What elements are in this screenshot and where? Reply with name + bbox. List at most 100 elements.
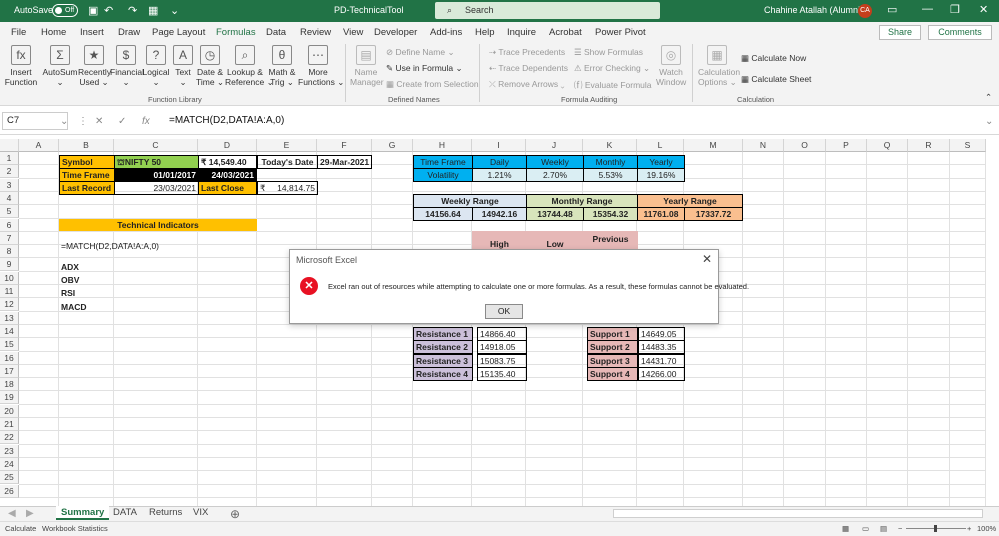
row-header[interactable]: 15 <box>0 338 19 352</box>
restore-icon[interactable]: ❐ <box>950 3 960 16</box>
tab-inquire[interactable]: Inquire <box>507 27 536 38</box>
error-checking-button[interactable]: ⚠ Error Checking ⌄ <box>574 63 650 74</box>
close-icon[interactable]: ✕ <box>979 3 988 16</box>
cell-wr-high[interactable]: 14942.16 <box>472 207 527 221</box>
row-header[interactable]: 26 <box>0 484 19 498</box>
zoom-slider-thumb[interactable] <box>934 525 937 532</box>
cell-daily[interactable]: Daily <box>472 155 527 169</box>
row-header[interactable]: 12 <box>0 298 19 312</box>
text-button[interactable]: A Text ⌄ <box>172 45 194 87</box>
cell-timeframe-label[interactable]: Time Frame <box>59 168 115 182</box>
define-name-button[interactable]: ⊘ Define Name ⌄ <box>386 47 455 58</box>
column-header[interactable]: E <box>257 139 317 152</box>
show-formulas-button[interactable]: ☰ Show Formulas <box>574 47 643 58</box>
cell-yr-low[interactable]: 11761.08 <box>637 207 685 221</box>
cell-match-formula-text[interactable]: =MATCH(D2,DATA!A:A,0) <box>59 240 219 252</box>
cell-previous[interactable]: Previous <box>583 231 638 250</box>
expand-formula-bar-icon[interactable]: ⌄ <box>985 116 993 127</box>
cell-obv[interactable]: OBV <box>59 274 81 286</box>
calculation-options-button[interactable]: ▦ Calculation Options ⌄ <box>698 45 740 87</box>
cell-symbol-label[interactable]: Symbol <box>59 155 115 169</box>
ribbon-display-icon[interactable]: ▭ <box>887 3 897 16</box>
cell-resistance-2-value[interactable]: 14918.05 <box>477 340 527 354</box>
search-box[interactable]: ⌕ Search <box>435 2 660 19</box>
minimize-icon[interactable]: — <box>922 3 933 15</box>
lookup-reference-button[interactable]: ⌕ Lookup & Reference ⌄ <box>225 45 274 87</box>
cell-support-3-value[interactable]: 14431.70 <box>638 354 685 368</box>
cancel-icon[interactable]: ✕ <box>95 116 103 127</box>
cell-price[interactable]: ₹ 14,549.40 <box>198 155 257 169</box>
column-header[interactable]: M <box>684 139 743 152</box>
cell-high[interactable]: High <box>472 231 527 250</box>
cell-yearly-range[interactable]: Yearly Range <box>637 194 743 208</box>
name-box[interactable]: C7 <box>2 112 68 130</box>
row-header[interactable]: 10 <box>0 271 19 285</box>
sheet-tab-summary[interactable]: Summary <box>56 506 110 520</box>
sheet-tab-vix[interactable]: VIX <box>188 506 213 520</box>
column-header[interactable]: K <box>583 139 637 152</box>
row-header[interactable]: 16 <box>0 351 19 365</box>
cell-vol-monthly[interactable]: 5.53% <box>583 168 638 182</box>
cell-last-close-value[interactable]: ₹14,814.75 <box>257 181 318 195</box>
column-header[interactable]: L <box>637 139 684 152</box>
cell-mr-low[interactable]: 13744.48 <box>526 207 584 221</box>
cell-support-2-label[interactable]: Support 2 <box>587 340 638 354</box>
tab-page-layout[interactable]: Page Layout <box>152 27 205 38</box>
dialog-close-icon[interactable]: ✕ <box>702 252 712 266</box>
zoom-in-icon[interactable]: + <box>967 524 971 533</box>
cell-start-date[interactable]: 01/01/2017 <box>114 168 199 182</box>
share-button[interactable]: Share <box>879 25 921 40</box>
remove-arrows-button[interactable]: ⤫ Remove Arrows ⌄ <box>489 79 565 90</box>
cell-vol-yearly[interactable]: 19.16% <box>637 168 685 182</box>
cell-monthly-range[interactable]: Monthly Range <box>526 194 638 208</box>
cell-yearly[interactable]: Yearly <box>637 155 685 169</box>
column-header[interactable]: G <box>372 139 413 152</box>
comments-button[interactable]: Comments <box>928 25 992 40</box>
cell-resistance-1-label[interactable]: Resistance 1 <box>413 327 473 341</box>
cell-weekly-range[interactable]: Weekly Range <box>413 194 527 208</box>
column-header[interactable]: R <box>908 139 950 152</box>
save-icon[interactable]: ▣ <box>88 4 98 17</box>
add-sheet-icon[interactable]: ⊕ <box>230 507 240 521</box>
formula-input[interactable]: =MATCH(D2,DATA!A:A,0) <box>169 115 284 126</box>
name-manager-button[interactable]: ▤ Name Manager <box>350 45 384 87</box>
row-header[interactable]: 25 <box>0 471 19 485</box>
cell-support-4-value[interactable]: 14266.00 <box>638 367 685 381</box>
cell-last-record-label[interactable]: Last Record <box>59 181 115 195</box>
page-layout-view-icon[interactable]: ▭ <box>862 524 869 533</box>
cell-symbol-value[interactable]: ⛫NIFTY 50 <box>114 155 199 169</box>
watch-window-button[interactable]: ◎ Watch Window <box>656 45 686 87</box>
cell-technical-indicators[interactable]: Technical Indicators <box>59 219 257 231</box>
row-header[interactable]: 18 <box>0 378 19 392</box>
cell-resistance-4-value[interactable]: 15135.40 <box>477 367 527 381</box>
column-header[interactable]: Q <box>867 139 908 152</box>
row-header[interactable]: 2 <box>0 165 19 179</box>
row-header[interactable]: 22 <box>0 431 19 445</box>
row-header[interactable]: 8 <box>0 245 19 259</box>
autosave-toggle[interactable]: Off <box>52 4 78 17</box>
cell-yr-high[interactable]: 17337.72 <box>684 207 743 221</box>
cell-support-1-label[interactable]: Support 1 <box>587 327 638 341</box>
recently-used-button[interactable]: ★ Recently Used ⌄ <box>78 45 111 87</box>
avatar[interactable]: CA <box>858 4 872 18</box>
use-in-formula-button[interactable]: ✎ Use in Formula ⌄ <box>386 63 463 74</box>
row-header[interactable]: 4 <box>0 191 19 205</box>
tab-help[interactable]: Help <box>475 27 495 38</box>
row-header[interactable]: 13 <box>0 311 19 325</box>
cell-resistance-3-value[interactable]: 15083.75 <box>477 354 527 368</box>
zoom-level[interactable]: 100% <box>977 524 996 533</box>
tab-file[interactable]: File <box>11 27 26 38</box>
undo-icon[interactable]: ↶ <box>104 4 113 17</box>
row-header[interactable]: 3 <box>0 178 19 192</box>
cell-last-close-label[interactable]: Last Close <box>198 181 257 195</box>
tab-acrobat[interactable]: Acrobat <box>549 27 582 38</box>
column-header[interactable]: P <box>826 139 867 152</box>
more-functions-button[interactable]: ⋯ More Functions ⌄ <box>298 45 344 87</box>
cell-resistance-2-label[interactable]: Resistance 2 <box>413 340 473 354</box>
ok-button[interactable]: OK <box>485 304 523 319</box>
column-header[interactable]: S <box>950 139 986 152</box>
evaluate-formula-button[interactable]: ⒡ Evaluate Formula <box>574 79 652 91</box>
tab-insert[interactable]: Insert <box>80 27 104 38</box>
calculate-sheet-button[interactable]: ▦ Calculate Sheet <box>741 74 811 85</box>
cell-macd[interactable]: MACD <box>59 301 89 313</box>
